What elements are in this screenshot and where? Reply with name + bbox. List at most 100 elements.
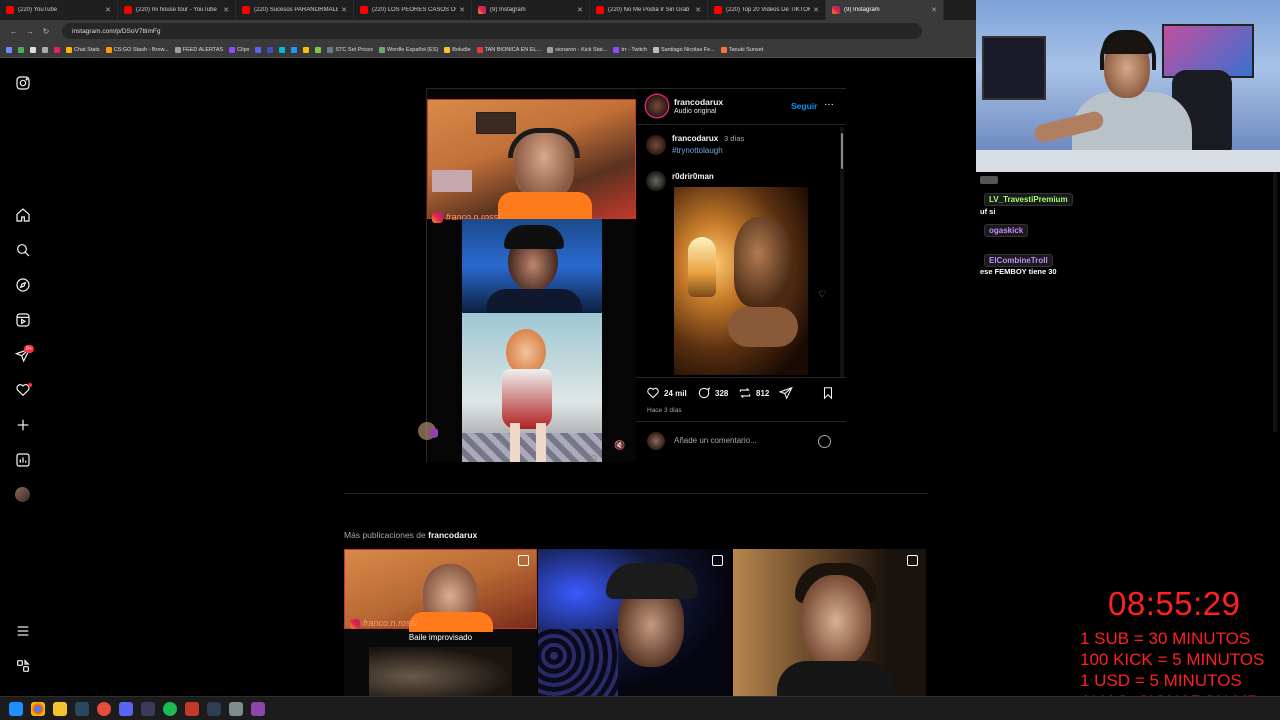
comment-avatar[interactable] xyxy=(646,171,666,191)
reels-icon[interactable] xyxy=(13,310,33,330)
file-explorer-icon[interactable] xyxy=(53,702,67,716)
bookmark-apps-icon[interactable] xyxy=(6,46,12,53)
author-avatar[interactable] xyxy=(646,95,668,117)
browser-tab-active[interactable]: (9) Instagram ✕ xyxy=(826,0,944,20)
app-icon[interactable] xyxy=(251,702,265,716)
steam-icon[interactable] xyxy=(75,702,89,716)
audio-label[interactable]: Audio original xyxy=(674,108,716,115)
bookmark-icon[interactable] xyxy=(279,46,286,53)
caption-avatar[interactable] xyxy=(646,135,666,155)
spotify-icon[interactable] xyxy=(163,702,177,716)
more-options-icon[interactable]: ··· xyxy=(824,99,834,110)
instagram-favicon-icon xyxy=(832,6,840,14)
follow-button[interactable]: Seguir xyxy=(791,101,817,111)
browser-tab[interactable]: (220) Sucesos PARANORMALES ✕ xyxy=(236,0,354,20)
repost-button[interactable]: 812 xyxy=(738,386,769,400)
close-tab-icon[interactable]: ✕ xyxy=(931,6,937,14)
create-icon[interactable] xyxy=(13,415,33,435)
bookmarks-bar: Chat Stats CS:GO Stash - Brow... FEED AL… xyxy=(0,42,976,58)
caption-username[interactable]: francodarux xyxy=(672,134,718,143)
more-posts-username[interactable]: francodarux xyxy=(428,530,477,540)
comment-button[interactable]: 328 xyxy=(697,386,728,400)
screen: (220) YouTube ✕ (220) mi house tour - You… xyxy=(0,0,1280,720)
bookmark-icon[interactable] xyxy=(42,46,48,53)
close-tab-icon[interactable]: ✕ xyxy=(695,6,701,14)
dashboard-icon[interactable] xyxy=(13,450,33,470)
bookmark-icon[interactable] xyxy=(30,46,36,53)
scrollbar-thumb[interactable] xyxy=(841,133,843,169)
bookmark-csgo-stash[interactable]: CS:GO Stash - Brow... xyxy=(105,46,169,53)
bookmark-icon[interactable] xyxy=(18,46,24,53)
reload-icon[interactable]: ↻ xyxy=(40,25,52,37)
bookmark-icon[interactable] xyxy=(255,46,262,53)
bookmark-tanuki-sunset[interactable]: Tanuki Sunset xyxy=(720,46,763,53)
close-tab-icon[interactable]: ✕ xyxy=(459,6,465,14)
discord-icon[interactable] xyxy=(119,702,133,716)
post-date: Hace 3 días xyxy=(647,407,682,414)
home-icon[interactable] xyxy=(13,205,33,225)
more-menu-icon[interactable] xyxy=(13,621,33,641)
comment-like-icon[interactable]: ♡ xyxy=(818,289,826,300)
forward-icon[interactable]: → xyxy=(24,25,36,37)
thumbnail-bottom xyxy=(369,647,512,696)
comment-username[interactable]: r0drir0man xyxy=(672,172,714,181)
bookmark-kick-stats[interactable]: sionaron - Kick Stat... xyxy=(547,46,607,53)
browser-tab[interactable]: (220) YouTube ✕ xyxy=(0,0,118,20)
app-icon[interactable] xyxy=(207,702,221,716)
bookmark-icon[interactable] xyxy=(267,46,274,53)
oil-lamp xyxy=(688,237,716,297)
save-button[interactable] xyxy=(821,386,839,400)
back-icon[interactable]: ← xyxy=(8,25,20,37)
search-icon[interactable] xyxy=(13,240,33,260)
comment-input[interactable]: Añade un comentario... xyxy=(674,436,757,445)
bookmark-icon[interactable] xyxy=(291,46,298,53)
bookmark-icon[interactable] xyxy=(303,46,310,53)
caption-time: 3 días xyxy=(724,134,745,143)
browser-tab[interactable]: (220) Top 20 Videos De TIKTOK ✕ xyxy=(708,0,826,20)
bookmark-santiago[interactable]: Santiago Nicolas Fe... xyxy=(652,46,715,53)
bookmark-icon[interactable] xyxy=(54,46,60,53)
browser-tab[interactable]: (220) No Me Podía Ir Sin Grab ✕ xyxy=(590,0,708,20)
close-tab-icon[interactable]: ✕ xyxy=(105,6,111,14)
chrome-icon[interactable] xyxy=(31,702,45,716)
author-username[interactable]: francodarux xyxy=(674,97,723,107)
bookmark-icon[interactable] xyxy=(315,46,322,53)
close-tab-icon[interactable]: ✕ xyxy=(813,6,819,14)
app-icon[interactable] xyxy=(97,702,111,716)
close-tab-icon[interactable]: ✕ xyxy=(341,6,347,14)
bookmark-wordle[interactable]: Wordle Español (ES) xyxy=(379,46,438,53)
app-icon[interactable] xyxy=(185,702,199,716)
browser-tab[interactable]: (220) mi house tour - YouTube ✕ xyxy=(118,0,236,20)
like-button[interactable]: 24 mil xyxy=(646,386,687,400)
crowd-shape xyxy=(538,629,618,696)
bookmark-boludle[interactable]: Boludle xyxy=(444,46,471,53)
page-scrollbar[interactable] xyxy=(1273,172,1277,432)
grid-post-3[interactable] xyxy=(733,549,926,696)
bookmark-feed-alertas[interactable]: FEED ALERTAS xyxy=(174,46,223,53)
app-icon[interactable] xyxy=(141,702,155,716)
caption-hashtag[interactable]: #trynottolaugh xyxy=(672,146,723,155)
close-tab-icon[interactable]: ✕ xyxy=(577,6,583,14)
bookmark-twitch[interactable]: trr - Twitch xyxy=(613,46,647,53)
bookmark-tan-bionica[interactable]: TAN BIONICA EN EL... xyxy=(476,46,541,53)
browser-tab[interactable]: (9) Instagram ✕ xyxy=(472,0,590,20)
mute-icon[interactable]: 🔇 xyxy=(613,438,627,452)
dancer-leg xyxy=(510,423,520,462)
grid-post-2[interactable] xyxy=(538,549,731,696)
bookmark-chat-stats[interactable]: Chat Stats xyxy=(66,46,100,53)
emoji-icon[interactable] xyxy=(818,435,831,448)
bookmark-stc-set-prices[interactable]: STC Set Prices xyxy=(327,46,373,53)
explore-icon[interactable] xyxy=(13,275,33,295)
url-field[interactable]: instagram.com/p/DSoV7ttimFg xyxy=(62,23,922,39)
instagram-logo-icon[interactable] xyxy=(13,73,33,93)
windows-start-icon[interactable] xyxy=(9,702,23,716)
browser-tab[interactable]: (220) LOS PEORES CASOS OCU ✕ xyxy=(354,0,472,20)
app-icon[interactable] xyxy=(229,702,243,716)
profile-avatar[interactable] xyxy=(15,487,30,502)
threads-icon[interactable] xyxy=(13,656,33,676)
close-tab-icon[interactable]: ✕ xyxy=(223,6,229,14)
bookmark-clips[interactable]: Clips xyxy=(229,46,249,53)
grid-post-1[interactable]: franco.n.rossi Baile improvisado xyxy=(344,549,537,696)
share-button[interactable] xyxy=(779,386,797,400)
reel-video[interactable]: franco.n.rossi 🔇 xyxy=(427,89,636,462)
